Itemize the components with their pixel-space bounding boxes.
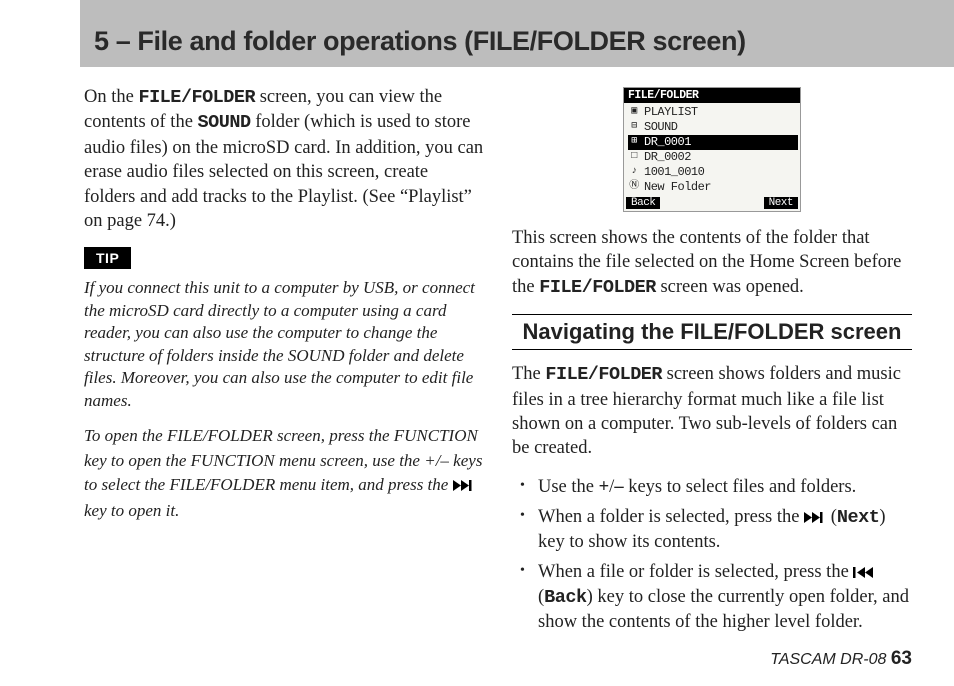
lcd-caption: This screen shows the contents of the fo…	[512, 226, 912, 300]
product-name: TASCAM DR-08	[770, 651, 886, 668]
lcd-row-label: DR_0001	[644, 135, 691, 150]
page-footer: TASCAM DR-08 63	[770, 648, 912, 670]
lcd-row: ▣ PLAYLIST	[628, 105, 798, 120]
bullet-item-2: When a folder is selected, press the (Ne…	[512, 505, 912, 554]
section-title: Navigating the FILE/FOLDER screen	[512, 319, 912, 345]
plus-key: +	[599, 477, 610, 497]
bullet-item-3: When a file or folder is selected, press…	[512, 560, 912, 634]
intro-paragraph: On the FILE/FOLDER screen, you can view …	[84, 85, 484, 233]
lcd-row-icon: ▣	[628, 106, 640, 119]
rewind-icon	[853, 561, 875, 585]
lcd-row: ♪ 1001_0010	[628, 165, 798, 180]
lcd-row-label: SOUND	[644, 120, 678, 135]
text: When a folder is selected, press the	[538, 507, 804, 527]
lcd-row-icon: Ⓝ	[628, 181, 640, 194]
chapter-header: 5 – File and folder operations (FILE/FOL…	[80, 0, 954, 67]
mono-label: FILE/FOLDER	[138, 87, 255, 108]
page-number: 63	[891, 648, 912, 669]
lcd-row-icon: ⊟	[628, 121, 640, 134]
mono-label: SOUND	[198, 112, 251, 133]
lcd-row-icon: □	[628, 151, 640, 164]
mono-label: Next	[837, 507, 879, 528]
mono-label: FILE/FOLDER	[539, 277, 656, 298]
text: (	[826, 507, 837, 527]
lcd-row-label: DR_0002	[644, 150, 691, 165]
nav-intro-paragraph: The FILE/FOLDER screen shows folders and…	[512, 362, 912, 461]
text: The	[512, 364, 545, 384]
bullet-item-1: Use the +/– keys to select files and fol…	[512, 475, 912, 499]
mono-label: FILE/FOLDER	[545, 364, 662, 385]
lcd-title: FILE/FOLDER	[624, 88, 800, 103]
lcd-next-button: Next	[764, 197, 798, 209]
text: Use the	[538, 477, 599, 497]
text: screen was opened.	[656, 277, 804, 297]
lcd-row-label: New Folder	[644, 180, 711, 195]
tip-paragraph-2: To open the FILE/FOLDER screen, press th…	[84, 424, 484, 524]
section-heading-rule: Navigating the FILE/FOLDER screen	[512, 314, 912, 350]
lcd-body: ▣ PLAYLIST ⊟ SOUND ⊞ DR_0001 □ DR_0002 ♪ 1001_001…	[624, 103, 800, 197]
text: key to open it.	[84, 501, 179, 520]
lcd-row-icon: ♪	[628, 166, 640, 179]
text: keys to select files and folders.	[624, 477, 857, 497]
tip-label: TIP	[84, 247, 131, 269]
text: When a file or folder is selected, press…	[538, 562, 853, 582]
lcd-screenshot: FILE/FOLDER ▣ PLAYLIST ⊟ SOUND ⊞ DR_0001 □ DR_0…	[512, 87, 912, 212]
fast-forward-icon	[453, 474, 475, 499]
lcd-row: ⊞ DR_0001	[628, 135, 798, 150]
lcd-row-label: 1001_0010	[644, 165, 704, 180]
lcd-row-icon: ⊞	[628, 136, 640, 149]
text: On the	[84, 87, 138, 107]
lcd-back-button: Back	[626, 197, 660, 209]
minus-key: –	[614, 477, 623, 497]
lcd-row: Ⓝ New Folder	[628, 180, 798, 195]
fast-forward-icon	[804, 506, 826, 530]
right-column: FILE/FOLDER ▣ PLAYLIST ⊟ SOUND ⊞ DR_0001 □ DR_0…	[512, 85, 912, 640]
lcd-row: □ DR_0002	[628, 150, 798, 165]
lcd-row: ⊟ SOUND	[628, 120, 798, 135]
text: ) key to close the currently open folder…	[538, 587, 909, 632]
lcd-row-label: PLAYLIST	[644, 105, 698, 120]
tip-paragraph-1: If you connect this unit to a computer b…	[84, 277, 484, 412]
chapter-title: 5 – File and folder operations (FILE/FOL…	[94, 26, 946, 57]
left-column: On the FILE/FOLDER screen, you can view …	[84, 85, 484, 640]
bullet-list: Use the +/– keys to select files and fol…	[512, 475, 912, 634]
mono-label: Back	[544, 587, 586, 608]
text: To open the FILE/FOLDER screen, press th…	[84, 426, 482, 494]
